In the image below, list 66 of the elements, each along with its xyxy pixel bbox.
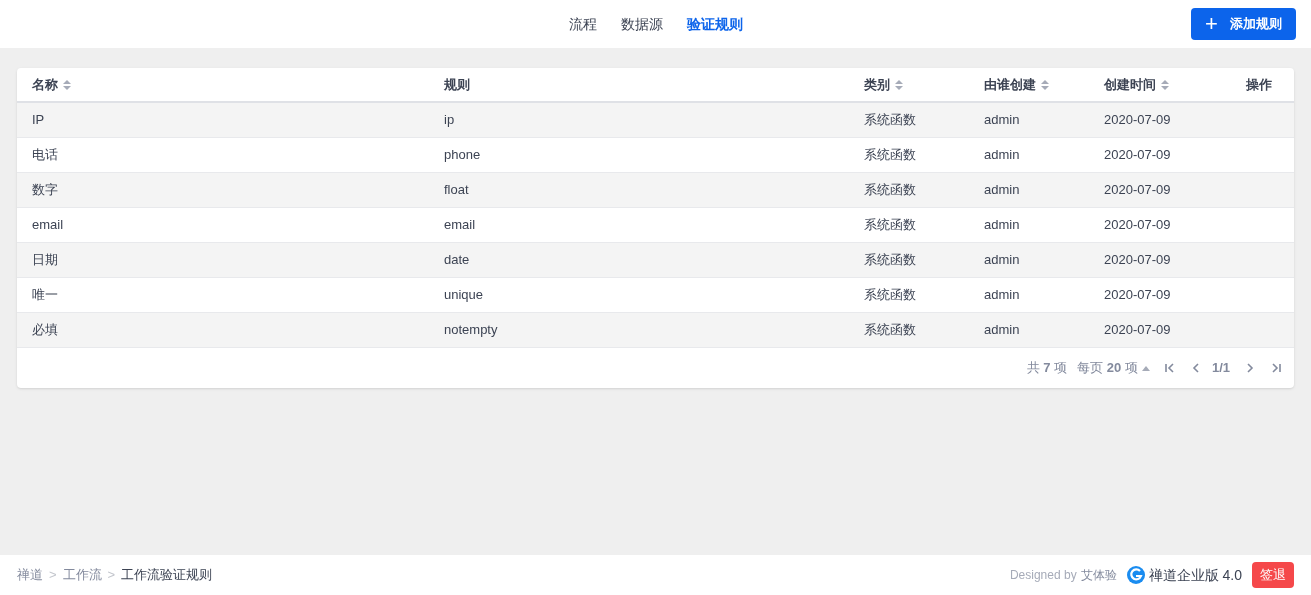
- table-cell: notempty: [444, 322, 498, 338]
- table-cell: 2020-07-09: [1104, 287, 1171, 303]
- table-cell: 系统函数: [864, 252, 916, 268]
- nav-tab[interactable]: 数据源: [620, 13, 663, 35]
- table-cell: admin: [984, 112, 1020, 128]
- table-cell: unique: [444, 287, 484, 303]
- nav-tab[interactable]: 验证规则: [686, 13, 743, 35]
- breadcrumb-item[interactable]: 工作流: [62, 565, 102, 585]
- table-cell: 系统函数: [864, 322, 916, 338]
- table-cell: ip: [444, 112, 455, 128]
- first-page-icon[interactable]: [1163, 362, 1176, 374]
- breadcrumb-separator: >: [107, 566, 116, 585]
- product-version: 禅道企业版 4.0: [1148, 565, 1242, 585]
- table-cell: 日期: [32, 252, 58, 268]
- table-cell: admin: [984, 322, 1020, 338]
- breadcrumb-item: 工作流验证规则: [121, 566, 213, 585]
- sort-icon[interactable]: [895, 78, 903, 91]
- table-cell: email: [444, 217, 476, 233]
- caret-icon: [1141, 365, 1150, 371]
- table-cell: 系统函数: [864, 112, 916, 128]
- page-indicator: 1/1: [1211, 359, 1230, 378]
- nav-tab[interactable]: 流程: [568, 13, 597, 35]
- column-header[interactable]: 类别: [864, 74, 903, 95]
- table-cell: 2020-07-09: [1104, 147, 1171, 163]
- table-cell: admin: [984, 252, 1020, 268]
- table-cell: 2020-07-09: [1104, 252, 1171, 268]
- table-cell: admin: [984, 287, 1020, 303]
- add-rule-button[interactable]: + 添加规则: [1191, 8, 1296, 40]
- breadcrumb-item[interactable]: 禅道: [17, 565, 43, 585]
- table-cell: float: [444, 182, 469, 198]
- column-header: 操作: [1246, 75, 1272, 94]
- column-header: 规则: [444, 75, 470, 94]
- table-cell: 2020-07-09: [1104, 217, 1171, 233]
- table-cell: email: [32, 217, 64, 233]
- column-header[interactable]: 由谁创建: [984, 74, 1049, 95]
- breadcrumb-separator: >: [49, 566, 57, 585]
- table-cell: admin: [984, 217, 1020, 233]
- table-cell: 唯一: [32, 287, 58, 303]
- table-cell: phone: [444, 147, 481, 163]
- table-cell: 系统函数: [864, 217, 916, 233]
- table-cell: 系统函数: [864, 182, 916, 198]
- next-page-icon[interactable]: [1244, 362, 1256, 374]
- table-cell: 数字: [32, 182, 58, 198]
- column-header[interactable]: 名称: [32, 74, 71, 95]
- sort-icon[interactable]: [63, 78, 71, 91]
- table-cell: 电话: [32, 147, 58, 163]
- sort-icon[interactable]: [1041, 78, 1049, 91]
- designed-by-label: Designed by: [1009, 567, 1077, 584]
- total-count: 共 7 项: [1026, 359, 1068, 378]
- table-cell: 2020-07-09: [1104, 112, 1171, 128]
- table-cell: 2020-07-09: [1104, 322, 1171, 338]
- table-cell: date: [444, 252, 470, 268]
- logout-button[interactable]: 签退: [1252, 562, 1294, 588]
- designer-link[interactable]: 艾体验: [1080, 566, 1117, 584]
- table-cell: admin: [984, 147, 1020, 163]
- table-cell: 系统函数: [864, 147, 916, 163]
- page-size-dropdown[interactable]: 每页 20 项: [1077, 358, 1150, 378]
- column-header[interactable]: 创建时间: [1104, 74, 1169, 95]
- table-cell: 2020-07-09: [1104, 182, 1171, 198]
- last-page-icon[interactable]: [1270, 362, 1282, 374]
- logo-icon: [1126, 566, 1145, 584]
- table-cell: 系统函数: [864, 287, 916, 303]
- table-cell: 必填: [32, 322, 58, 338]
- sort-icon[interactable]: [1161, 78, 1169, 91]
- table-cell: IP: [32, 112, 45, 128]
- table-cell: admin: [984, 182, 1020, 198]
